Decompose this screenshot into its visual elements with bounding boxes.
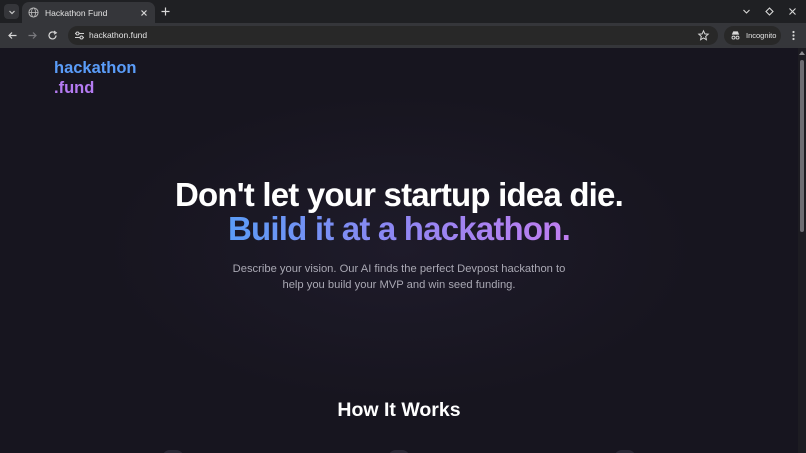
site-settings-icon[interactable] — [73, 29, 86, 42]
reload-icon[interactable] — [46, 29, 59, 42]
plus-icon[interactable] — [159, 5, 172, 18]
tab-search-button[interactable] — [4, 4, 19, 19]
incognito-label: Incognito — [746, 31, 777, 40]
hero-gradient-text: Build it at a hackathon. — [227, 210, 571, 247]
close-icon[interactable] — [139, 8, 149, 18]
vertical-scrollbar[interactable] — [798, 48, 806, 453]
close-window-icon[interactable] — [786, 5, 799, 18]
hero-description: Describe your vision. Our AI finds the p… — [199, 261, 599, 293]
hero-description-line-2: help you build your MVP and win seed fun… — [282, 279, 516, 291]
scrollbar-thumb[interactable] — [800, 60, 804, 232]
url-text[interactable]: hackathon.fund — [89, 29, 147, 42]
star-icon[interactable] — [697, 29, 710, 42]
kebab-menu-icon[interactable] — [787, 29, 800, 42]
minimize-icon[interactable] — [763, 5, 776, 18]
hero-description-line-1: Describe your vision. Our AI finds the p… — [232, 263, 566, 275]
address-bar[interactable]: hackathon.fund — [68, 26, 718, 45]
tab-strip: Hackathon Fund — [0, 0, 806, 23]
browser-toolbar: hackathon.fund Incognito — [0, 23, 806, 48]
page-content: hackathon .fund Don't let your startup i… — [0, 48, 798, 453]
forward-icon[interactable] — [26, 29, 39, 42]
back-icon[interactable] — [6, 29, 19, 42]
incognito-badge[interactable]: Incognito — [724, 26, 781, 45]
scroll-up-arrow-icon[interactable] — [799, 51, 805, 55]
hero-heading: Don't let your startup idea die. — [175, 176, 624, 213]
browser-tab[interactable]: Hackathon Fund — [22, 2, 155, 23]
how-it-works-heading: How It Works — [337, 399, 461, 421]
chevron-down-icon[interactable] — [740, 5, 753, 18]
globe-icon — [28, 7, 39, 18]
logo-line-1: hackathon — [54, 59, 137, 77]
incognito-icon — [731, 31, 740, 40]
logo-line-2: .fund — [54, 79, 95, 97]
site-logo[interactable]: hackathon .fund — [54, 58, 137, 98]
tab-title: Hackathon Fund — [45, 7, 108, 18]
hero-subheading: Build it at a hackathon. — [0, 210, 798, 248]
chevron-down-icon — [8, 10, 15, 14]
